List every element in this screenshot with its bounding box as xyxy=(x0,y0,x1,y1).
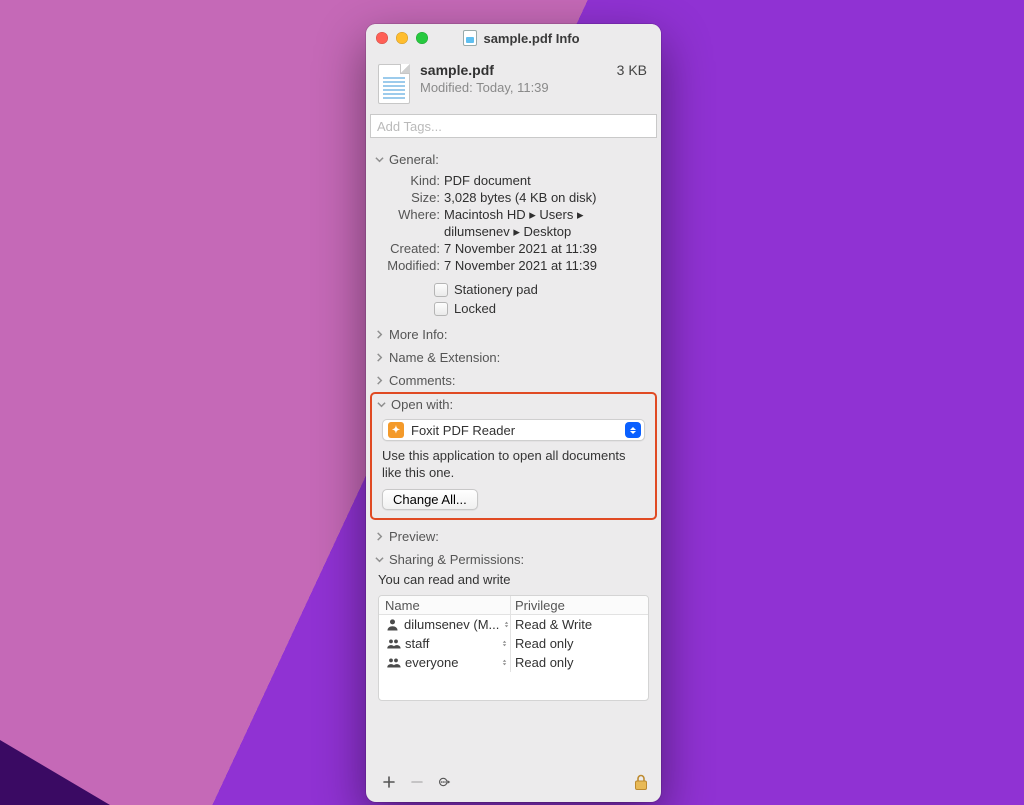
titlebar: sample.pdf Info xyxy=(366,24,661,52)
where-value: Macintosh HD ▸ Users ▸ dilumsenev ▸ Desk… xyxy=(444,206,651,240)
section-name-extension-header[interactable]: Name & Extension: xyxy=(366,345,661,368)
foxit-app-icon: ✦ xyxy=(388,422,404,438)
section-comments-header[interactable]: Comments: xyxy=(366,368,661,391)
open-with-app-label: Foxit PDF Reader xyxy=(411,423,618,438)
updown-sort-icon xyxy=(500,640,508,647)
add-permission-button[interactable] xyxy=(378,772,400,792)
section-open-with-title: Open with: xyxy=(391,397,453,412)
chevron-down-icon xyxy=(374,555,384,565)
file-kind-icon xyxy=(378,64,410,104)
get-info-window: sample.pdf Info sample.pdf Modified: Tod… xyxy=(366,24,661,802)
action-menu-button[interactable] xyxy=(434,772,456,792)
chevron-right-icon xyxy=(374,353,384,363)
created-value: 7 November 2021 at 11:39 xyxy=(444,240,651,257)
kind-value: PDF document xyxy=(444,172,651,189)
tags-input[interactable] xyxy=(370,114,657,138)
permissions-table: Name Privilege dilumsenev (M... Read & Wr… xyxy=(378,595,649,701)
permissions-col-name-header[interactable]: Name xyxy=(379,596,511,614)
open-with-app-dropdown[interactable]: ✦ Foxit PDF Reader xyxy=(382,419,645,441)
chevron-down-icon xyxy=(374,155,384,165)
sharing-you-can-text: You can read and write xyxy=(366,570,661,595)
section-open-with-header[interactable]: Open with: xyxy=(372,394,655,415)
remove-permission-button[interactable] xyxy=(406,772,428,792)
file-size-summary: 3 KB xyxy=(617,62,647,78)
file-modified-summary: Modified: Today, 11:39 xyxy=(420,80,607,95)
stationery-pad-label: Stationery pad xyxy=(454,282,538,297)
group-icon xyxy=(385,637,401,650)
chevron-right-icon xyxy=(374,376,384,386)
permission-name: everyone xyxy=(405,655,458,670)
permissions-row[interactable]: everyone Read only xyxy=(379,653,648,672)
updown-stepper-icon xyxy=(625,422,641,438)
size-label: Size: xyxy=(376,189,444,206)
stationery-pad-checkbox[interactable] xyxy=(434,283,448,297)
modified-value: 7 November 2021 at 11:39 xyxy=(444,257,651,274)
document-proxy-icon xyxy=(463,30,477,46)
section-more-info-header[interactable]: More Info: xyxy=(366,322,661,345)
wallpaper-accent xyxy=(0,740,110,805)
permissions-footer xyxy=(366,766,661,802)
section-general-title: General: xyxy=(389,152,439,167)
section-general-header[interactable]: General: xyxy=(366,147,661,170)
person-icon xyxy=(385,618,400,631)
section-name-extension-title: Name & Extension: xyxy=(389,350,500,365)
modified-label: Modified: xyxy=(376,257,444,274)
permission-name: staff xyxy=(405,636,429,651)
section-sharing-title: Sharing & Permissions: xyxy=(389,552,524,567)
change-all-button[interactable]: Change All... xyxy=(382,489,478,510)
locked-label: Locked xyxy=(454,301,496,316)
group-icon xyxy=(385,656,401,669)
annotation-highlight: Open with: ✦ Foxit PDF Reader Use this a… xyxy=(370,392,657,520)
section-more-info-title: More Info: xyxy=(389,327,448,342)
lock-icon[interactable] xyxy=(633,773,649,791)
permission-privilege: Read & Write xyxy=(515,617,592,632)
updown-sort-icon xyxy=(503,621,510,628)
kind-label: Kind: xyxy=(376,172,444,189)
section-preview-header[interactable]: Preview: xyxy=(366,524,661,547)
size-value: 3,028 bytes (4 KB on disk) xyxy=(444,189,651,206)
chevron-right-icon xyxy=(374,532,384,542)
section-comments-title: Comments: xyxy=(389,373,455,388)
permissions-col-privilege-header[interactable]: Privilege xyxy=(511,598,648,613)
permissions-row[interactable]: staff Read only xyxy=(379,634,648,653)
file-name: sample.pdf xyxy=(420,62,607,78)
permissions-row[interactable]: dilumsenev (M... Read & Write xyxy=(379,615,648,634)
where-label: Where: xyxy=(376,206,444,240)
created-label: Created: xyxy=(376,240,444,257)
permission-privilege: Read only xyxy=(515,636,574,651)
summary-row: sample.pdf Modified: Today, 11:39 3 KB xyxy=(366,52,661,114)
window-title: sample.pdf Info xyxy=(483,31,579,46)
section-preview-title: Preview: xyxy=(389,529,439,544)
section-general-body: Kind:PDF document Size:3,028 bytes (4 KB… xyxy=(366,170,661,322)
chevron-down-icon xyxy=(376,400,386,410)
open-with-description: Use this application to open all documen… xyxy=(382,447,645,481)
locked-checkbox[interactable] xyxy=(434,302,448,316)
permission-privilege: Read only xyxy=(515,655,574,670)
updown-sort-icon xyxy=(500,659,508,666)
section-sharing-header[interactable]: Sharing & Permissions: xyxy=(366,547,661,570)
close-window-button[interactable] xyxy=(376,32,388,44)
permission-name: dilumsenev (M... xyxy=(404,617,499,632)
chevron-right-icon xyxy=(374,330,384,340)
